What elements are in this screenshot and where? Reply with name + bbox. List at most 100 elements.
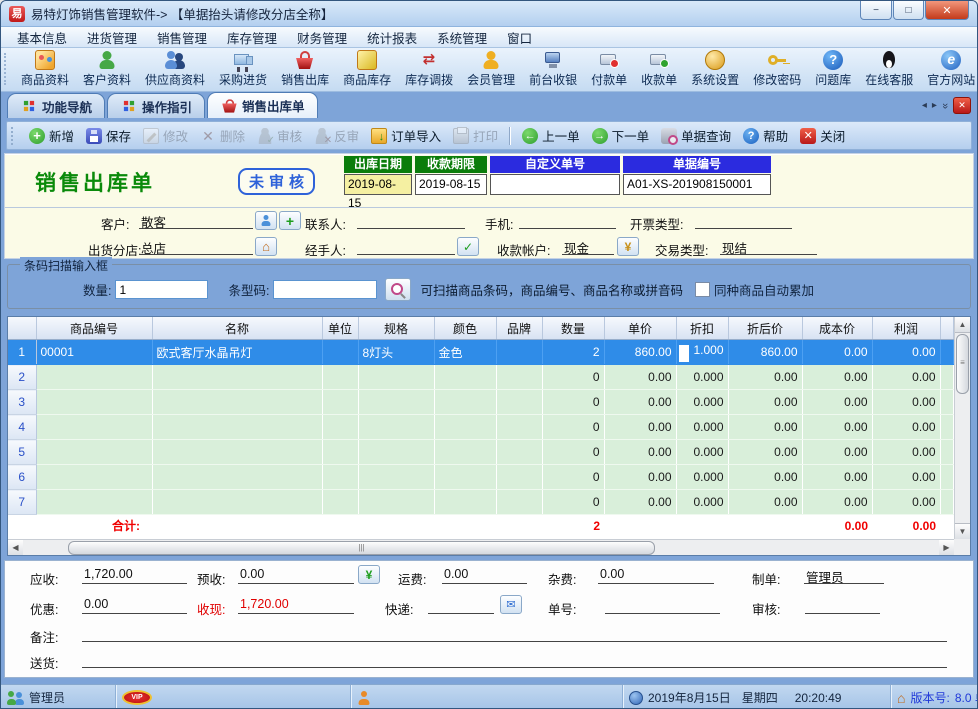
menu-item-1[interactable]: 进货管理 [77,28,147,47]
menu-item-6[interactable]: 系统管理 [427,28,497,47]
toolbar-product-box[interactable]: 商品资料 [14,48,76,91]
cell-brand[interactable] [496,440,542,465]
cell-discount[interactable]: 0.000 [676,465,728,490]
cell-color[interactable] [434,490,496,515]
scroll-down-icon[interactable]: ▼ [955,523,970,539]
outbound-date-value[interactable]: 2019-08-15 [344,174,412,195]
tab-close-button[interactable]: ✕ [953,97,971,114]
discount-value[interactable]: 0.00 [82,597,187,614]
toolbar-settings[interactable]: 系统设置 [684,48,746,91]
cell-name[interactable] [152,465,322,490]
toolbar-question-lib[interactable]: 问题库 [808,48,858,91]
cell-price[interactable]: 0.00 [604,465,676,490]
form-btn-save[interactable]: 保存 [80,126,137,145]
add-customer-button[interactable]: + [279,211,301,230]
menu-item-3[interactable]: 库存管理 [217,28,287,47]
toolbar-purchase-truck[interactable]: 采购进货 [212,48,274,91]
cell-profit[interactable]: 0.00 [872,440,940,465]
cell-discount[interactable]: 0.000 [676,440,728,465]
cell-cost[interactable]: 0.00 [802,365,872,390]
cell-discount[interactable]: 0.000 [676,390,728,415]
cell-disc_price[interactable]: 860.00 [728,340,802,365]
tab-overflow-icon[interactable]: » [939,102,951,108]
freight-value[interactable]: 0.00 [442,567,527,584]
cell-profit[interactable]: 0.00 [872,465,940,490]
horizontal-scroll-track[interactable]: ||| [23,540,939,555]
cell-price[interactable]: 0.00 [604,490,676,515]
menu-item-2[interactable]: 销售管理 [147,28,217,47]
cell-profit[interactable]: 0.00 [872,490,940,515]
auto-accumulate-checkbox[interactable] [695,282,710,297]
menu-item-4[interactable]: 财务管理 [287,28,357,47]
column-header-10[interactable]: 成本价 [802,317,872,340]
form-btn-close-doc[interactable]: 关闭 [794,126,851,145]
tab-scroll-left-icon[interactable]: ◂ [922,100,927,111]
cell-qty[interactable]: 0 [542,440,604,465]
cell-unit[interactable] [322,415,358,440]
cell-color[interactable] [434,415,496,440]
mobile-field[interactable] [519,212,616,229]
tab-2[interactable]: 销售出库单 [207,92,318,118]
toolbar-online-service[interactable]: 在线客服 [858,48,920,91]
cash-received-value[interactable]: 1,720.00 [238,597,354,614]
cell-discount[interactable]: 0.000 [676,365,728,390]
scroll-up-icon[interactable]: ▲ [955,317,970,333]
toolbar-customer[interactable]: 客户资料 [76,48,138,91]
form-btn-add[interactable]: 新增 [23,126,80,145]
toolbar-transfer-arrows[interactable]: 库存调拨 [398,48,460,91]
cell-disc_price[interactable]: 0.00 [728,365,802,390]
cell-name[interactable]: 欧式客厅水晶吊灯 [152,340,322,365]
cell-code[interactable] [36,390,152,415]
toolbar-member[interactable]: 会员管理 [460,48,522,91]
delivery-value[interactable] [82,651,947,668]
form-btn-doc-query[interactable]: 单据查询 [655,126,737,145]
vertical-scrollbar[interactable]: ▲ ≡ ▼ [954,317,970,539]
column-header-3[interactable]: 规格 [358,317,434,340]
tab-0[interactable]: 功能导航 [7,93,105,118]
cell-code[interactable]: 00001 [36,340,152,365]
cell-color[interactable] [434,440,496,465]
scroll-right-icon[interactable]: ▶ [939,540,954,555]
scroll-left-icon[interactable]: ◀ [8,540,23,555]
form-btn-prev-doc[interactable]: 上一单 [516,126,586,145]
cell-qty[interactable]: 0 [542,465,604,490]
cell-disc_price[interactable]: 0.00 [728,490,802,515]
row-number[interactable]: 3 [8,390,36,415]
cell-profit[interactable]: 0.00 [872,365,940,390]
cell-unit[interactable] [322,465,358,490]
branch-picker-button[interactable]: ⌂ [255,237,277,256]
toolbar-password-key[interactable]: 修改密码 [746,48,808,91]
cell-color[interactable] [434,465,496,490]
row-number[interactable]: 7 [8,490,36,515]
cell-price[interactable]: 860.00 [604,340,676,365]
toolbar-stock-box[interactable]: 商品库存 [336,48,398,91]
column-header-1[interactable]: 名称 [152,317,322,340]
cell-qty[interactable]: 0 [542,365,604,390]
receivable-value[interactable]: 1,720.00 [82,567,187,584]
menu-item-0[interactable]: 基本信息 [7,28,77,47]
row-number[interactable]: 6 [8,465,36,490]
column-header-7[interactable]: 单价 [604,317,676,340]
row-number[interactable]: 5 [8,440,36,465]
toolbar-payment-card[interactable]: 付款单 [584,48,634,91]
cell-spec[interactable] [358,440,434,465]
cell-qty[interactable]: 2 [542,340,604,365]
column-header-11[interactable]: 利润 [872,317,940,340]
payment-deadline-value[interactable]: 2019-08-15 [415,174,487,195]
cell-disc_price[interactable]: 0.00 [728,440,802,465]
custom-number-value[interactable] [490,174,620,195]
menu-item-5[interactable]: 统计报表 [357,28,427,47]
toolbar-supplier[interactable]: 供应商资料 [138,48,212,91]
cell-spec[interactable] [358,365,434,390]
cell-brand[interactable] [496,465,542,490]
form-toolbar-grip[interactable] [11,127,17,145]
cell-qty[interactable]: 0 [542,490,604,515]
invoice-type-field[interactable] [695,212,792,229]
cell-brand[interactable] [496,340,542,365]
horizontal-scrollbar[interactable]: ◀ ||| ▶ [8,539,954,555]
close-button[interactable]: ✕ [925,1,969,20]
cell-name[interactable] [152,490,322,515]
cell-disc_price[interactable]: 0.00 [728,465,802,490]
cell-code[interactable] [36,440,152,465]
column-header-9[interactable]: 折后价 [728,317,802,340]
